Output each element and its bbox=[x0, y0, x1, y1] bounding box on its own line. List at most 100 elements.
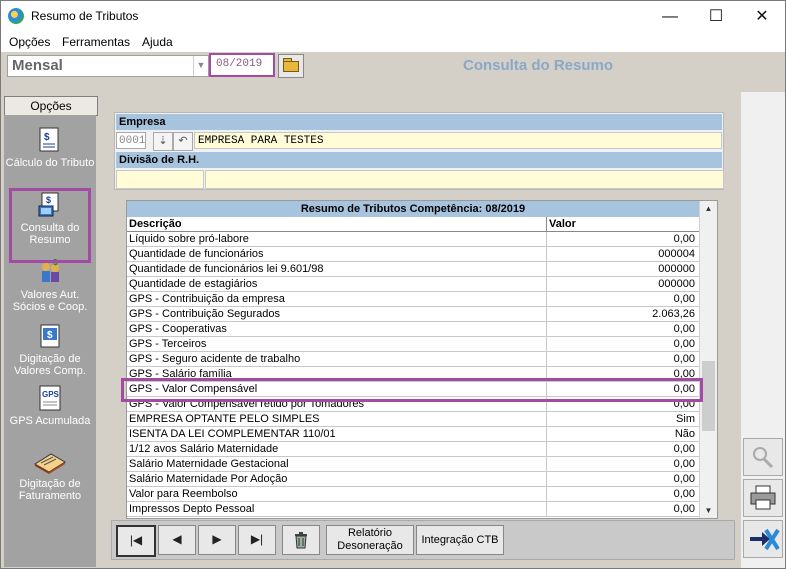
desoneracao-label: Desoneração bbox=[337, 540, 403, 552]
open-folder-button[interactable] bbox=[278, 54, 304, 78]
period-type-select[interactable]: Mensal ▼ bbox=[7, 55, 209, 77]
maximize-button[interactable]: ☐ bbox=[693, 1, 739, 32]
svg-text:$: $ bbox=[47, 330, 53, 341]
cell-divider bbox=[546, 352, 547, 367]
cell-descricao: GPS - Contribuição da empresa bbox=[129, 293, 285, 305]
sidebar-item-gps-acumulada[interactable]: GPS GPS Acumulada bbox=[4, 385, 96, 427]
table-row[interactable]: 1/12 avos Salário Maternidade 0,00 bbox=[127, 442, 699, 457]
svg-text:$: $ bbox=[44, 132, 50, 143]
table-row[interactable]: EMPRESA OPTANTE PELO SIMPLES Sim bbox=[127, 412, 699, 427]
integracao-ctb-button[interactable]: Integração CTB bbox=[416, 525, 504, 555]
download-icon[interactable]: ⇣ bbox=[153, 132, 173, 151]
cell-divider bbox=[546, 307, 547, 322]
scroll-up-icon[interactable]: ▲ bbox=[701, 201, 716, 216]
sidebar-header: Opções bbox=[4, 96, 98, 116]
sidebar-item-label: Valores Aut. Sócios e Coop. bbox=[12, 289, 88, 313]
column-header-descricao[interactable]: Descrição bbox=[127, 217, 547, 232]
undo-icon[interactable]: ↶ bbox=[173, 132, 193, 151]
cell-divider bbox=[546, 262, 547, 277]
cell-valor: 0,00 bbox=[673, 488, 695, 500]
first-record-button[interactable]: |◀ bbox=[116, 525, 156, 557]
exit-arrow-icon bbox=[750, 528, 780, 551]
scroll-thumb[interactable] bbox=[702, 361, 715, 431]
menu-opcoes[interactable]: Opções bbox=[9, 35, 50, 49]
app-window: Resumo de Tributos — ☐ ✕ Opções Ferramen… bbox=[0, 0, 786, 569]
relatorio-desoneracao-button[interactable]: Relatório Desoneração bbox=[326, 525, 414, 555]
cell-descricao: GPS - Terceiros bbox=[129, 338, 207, 350]
cell-divider bbox=[546, 427, 547, 442]
table-row[interactable]: Salário Maternidade Por Adoção 0,00 bbox=[127, 472, 699, 487]
menu-bar: Opções Ferramentas Ajuda bbox=[1, 32, 785, 52]
empresa-panel: Empresa 0001 ⇣ ↶ EMPRESA PARA TESTES Div… bbox=[114, 112, 724, 190]
folder-icon bbox=[283, 61, 299, 72]
sidebar-item-valores-aut[interactable]: $ Valores Aut. Sócios e Coop. bbox=[4, 258, 96, 313]
table-row[interactable]: GPS - Terceiros 0,00 bbox=[127, 337, 699, 352]
cell-divider bbox=[546, 472, 547, 487]
last-record-button[interactable]: ▶| bbox=[238, 525, 276, 555]
sidebar-item-label: Digitação de Valores Comp. bbox=[14, 353, 86, 377]
table-row[interactable]: GPS - Contribuição da empresa 0,00 bbox=[127, 292, 699, 307]
navigation-bar: |◀ ◀ ▶ ▶| Relatório Desoneração Integraç… bbox=[111, 520, 735, 560]
page-heading: Consulta do Resumo bbox=[463, 57, 614, 74]
cell-valor: 000000 bbox=[658, 263, 695, 275]
cell-divider bbox=[546, 487, 547, 502]
table-row[interactable]: GPS - Cooperativas 0,00 bbox=[127, 322, 699, 337]
cell-valor: 0,00 bbox=[673, 338, 695, 350]
printer-icon bbox=[750, 485, 776, 510]
cell-valor: 0,00 bbox=[673, 293, 695, 305]
table-row[interactable]: Impressos Depto Pessoal 0,00 bbox=[127, 502, 699, 517]
divisao-name-input[interactable] bbox=[205, 170, 724, 189]
relatorio-label: Relatório bbox=[347, 527, 393, 539]
empresa-label: Empresa bbox=[116, 114, 722, 130]
main-content: Empresa 0001 ⇣ ↶ EMPRESA PARA TESTES Div… bbox=[101, 92, 741, 568]
cell-descricao: Salário Maternidade Por Adoção bbox=[129, 473, 288, 485]
cell-descricao: Valor para Reembolso bbox=[129, 488, 238, 500]
divisao-code-input[interactable] bbox=[116, 170, 204, 189]
sidebar-item-digitacao-valores[interactable]: $ Digitação de Valores Comp. bbox=[4, 323, 96, 377]
right-toolbar bbox=[741, 92, 785, 568]
table-row[interactable]: Valor para Reembolso 0,00 bbox=[127, 487, 699, 502]
minimize-button[interactable]: — bbox=[647, 1, 693, 32]
sidebar-item-label: GPS Acumulada bbox=[9, 415, 91, 427]
period-input[interactable]: 08/2019 bbox=[209, 53, 275, 77]
table-row[interactable]: Quantidade de funcionários 000004 bbox=[127, 247, 699, 262]
search-person-button[interactable] bbox=[743, 438, 783, 476]
table-row[interactable]: Salário Maternidade Gestacional 0,00 bbox=[127, 457, 699, 472]
print-button[interactable] bbox=[743, 479, 783, 517]
cell-descricao: Impressos Depto Pessoal bbox=[129, 503, 255, 515]
cell-descricao: EMPRESA OPTANTE PELO SIMPLES bbox=[129, 413, 320, 425]
resumo-grid: Resumo de Tributos Competência: 08/2019 … bbox=[126, 200, 718, 519]
delete-button[interactable] bbox=[282, 525, 320, 555]
scroll-down-icon[interactable]: ▼ bbox=[701, 503, 716, 518]
table-row[interactable]: Quantidade de estagiários 000000 bbox=[127, 277, 699, 292]
table-row[interactable]: Quantidade de funcionários lei 9.601/98 0… bbox=[127, 262, 699, 277]
cell-divider bbox=[546, 502, 547, 517]
cell-divider bbox=[546, 412, 547, 427]
cell-descricao: GPS - Seguro acidente de trabalho bbox=[129, 353, 301, 365]
table-row[interactable]: GPS - Contribuição Segurados 2.063,26 bbox=[127, 307, 699, 322]
sidebar-item-calculo-tributo[interactable]: $ Cálculo do Tributo bbox=[4, 127, 96, 169]
previous-record-button[interactable]: ◀ bbox=[158, 525, 196, 555]
table-row[interactable]: Líquido sobre pró-labore 0,00 bbox=[127, 232, 699, 247]
menu-ferramentas[interactable]: Ferramentas bbox=[62, 35, 130, 49]
app-icon bbox=[8, 8, 24, 24]
cell-descricao: GPS - Cooperativas bbox=[129, 323, 227, 335]
empresa-name-field[interactable]: EMPRESA PARA TESTES bbox=[194, 132, 722, 149]
window-title: Resumo de Tributos bbox=[31, 9, 139, 23]
sidebar-item-label: Cálculo do Tributo bbox=[5, 157, 95, 169]
chevron-down-icon[interactable]: ▼ bbox=[193, 56, 208, 76]
notebook-icon bbox=[33, 448, 67, 474]
cell-divider bbox=[546, 457, 547, 472]
menu-ajuda[interactable]: Ajuda bbox=[142, 35, 173, 49]
next-record-button[interactable]: ▶ bbox=[198, 525, 236, 555]
exit-button[interactable] bbox=[743, 520, 783, 558]
cell-descricao: Quantidade de estagiários bbox=[129, 278, 258, 290]
cell-valor: 0,00 bbox=[673, 323, 695, 335]
column-header-valor[interactable]: Valor bbox=[547, 217, 699, 232]
close-button[interactable]: ✕ bbox=[739, 1, 785, 32]
sidebar-item-digitacao-faturamento[interactable]: Digitação de Faturamento bbox=[4, 448, 96, 502]
empresa-code-input[interactable]: 0001 bbox=[116, 132, 146, 149]
table-row[interactable]: ISENTA DA LEI COMPLEMENTAR 110/01 Não bbox=[127, 427, 699, 442]
table-row[interactable]: GPS - Seguro acidente de trabalho 0,00 bbox=[127, 352, 699, 367]
grid-scrollbar[interactable]: ▲ ▼ bbox=[699, 201, 717, 518]
